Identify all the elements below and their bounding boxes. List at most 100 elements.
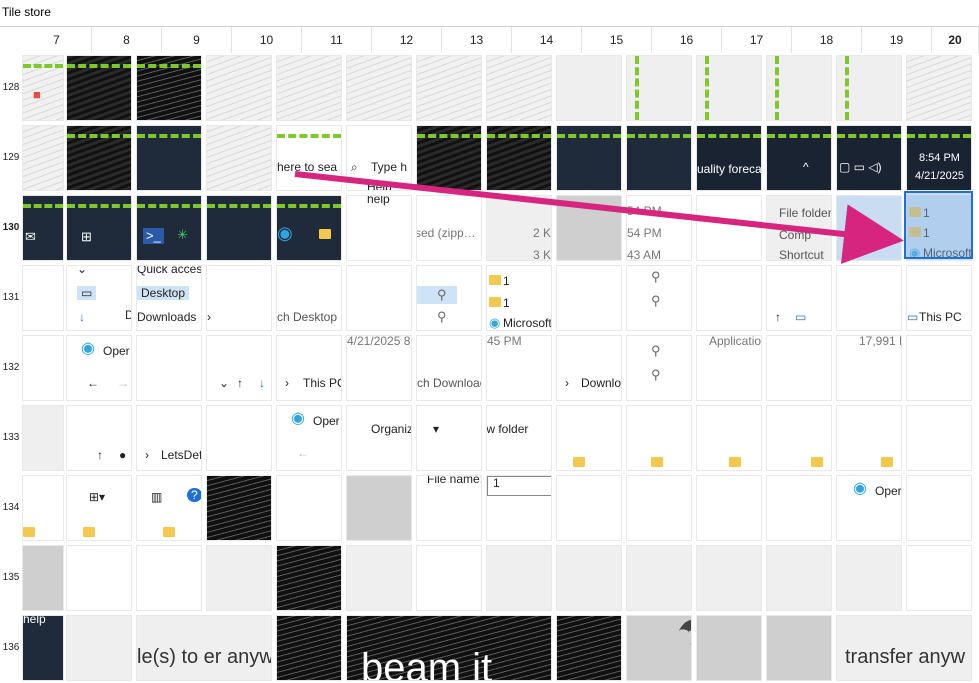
- tile[interactable]: 2 KB 3 KB: [486, 195, 552, 261]
- tray-icons[interactable]: ▢ ▭ ◁): [839, 160, 882, 174]
- tile[interactable]: ⚲ ⚲: [626, 265, 692, 331]
- tile[interactable]: [906, 475, 972, 541]
- tile[interactable]: [696, 405, 762, 471]
- tile[interactable]: ▢ ▭ ◁): [836, 125, 902, 191]
- tile[interactable]: ▭ This PC: [906, 265, 972, 331]
- tile[interactable]: [556, 55, 622, 121]
- row-header-label[interactable]: 129: [0, 123, 22, 193]
- tile[interactable]: ◉ Oper ← →: [66, 335, 132, 401]
- breadcrumb-downloads[interactable]: Downlo: [581, 376, 621, 390]
- tile[interactable]: New folder: [486, 405, 552, 471]
- taskbar-search-text[interactable]: Type h: [371, 160, 407, 174]
- tile[interactable]: [556, 615, 622, 681]
- tile[interactable]: [556, 545, 622, 611]
- col-header[interactable]: 13: [442, 27, 512, 53]
- tile[interactable]: ⚲ ⚲: [626, 335, 692, 401]
- tile[interactable]: [626, 55, 692, 121]
- col-header[interactable]: 14: [512, 27, 582, 53]
- tile[interactable]: [556, 405, 622, 471]
- tile[interactable]: [766, 55, 832, 121]
- col-header[interactable]: 15: [582, 27, 652, 53]
- col-header[interactable]: 18: [792, 27, 862, 53]
- tile[interactable]: [556, 475, 622, 541]
- tile[interactable]: [206, 405, 272, 471]
- tile[interactable]: ›: [206, 265, 272, 331]
- tile[interactable]: [906, 545, 972, 611]
- row-header-label[interactable]: 128: [0, 53, 22, 123]
- nav-quick-access[interactable]: Quick access: [137, 266, 201, 276]
- tile[interactable]: [626, 475, 692, 541]
- tile[interactable]: › This PC: [276, 335, 342, 401]
- col-header[interactable]: 8: [92, 27, 162, 53]
- tile[interactable]: [22, 335, 64, 401]
- row-header-selected[interactable]: 130: [0, 193, 22, 263]
- tile[interactable]: [766, 335, 832, 401]
- col-header[interactable]: 19: [862, 27, 932, 53]
- tile[interactable]: help: [22, 615, 64, 681]
- tile[interactable]: [836, 55, 902, 121]
- tile[interactable]: [136, 55, 202, 121]
- tile[interactable]: [66, 55, 132, 121]
- tile[interactable]: [696, 265, 762, 331]
- tile[interactable]: ⊞▾: [66, 475, 132, 541]
- tile[interactable]: ⊞: [66, 195, 132, 261]
- tile[interactable]: ◉: [276, 195, 342, 261]
- tile[interactable]: 4/21/2025 8:: [346, 335, 412, 401]
- tile[interactable]: [836, 195, 902, 261]
- tile[interactable]: ⌄ ▭ ↓ D: [66, 265, 132, 331]
- tile[interactable]: [486, 55, 552, 121]
- tile[interactable]: [416, 125, 482, 191]
- col-header[interactable]: 12: [372, 27, 442, 53]
- clock-date[interactable]: 4/21/2025: [915, 170, 964, 182]
- selection-frame[interactable]: [904, 191, 973, 259]
- tile[interactable]: [836, 265, 902, 331]
- tile[interactable]: 1: [486, 475, 552, 541]
- search-field[interactable]: ch Downloac: [417, 376, 481, 390]
- breadcrumb-this-pc[interactable]: This PC: [919, 310, 962, 324]
- tile[interactable]: ch Desktop: [276, 265, 342, 331]
- tile[interactable]: le(s) to er anyw: [136, 615, 272, 681]
- tile[interactable]: transfer anyw: [836, 615, 972, 681]
- tile[interactable]: [906, 55, 972, 121]
- tile[interactable]: [766, 615, 832, 681]
- tile[interactable]: [346, 475, 412, 541]
- tile[interactable]: [346, 265, 412, 331]
- back-arrow-icon[interactable]: ←: [87, 376, 99, 390]
- taskbar-search-text[interactable]: here to sea: [277, 160, 337, 174]
- tile[interactable]: [136, 335, 202, 401]
- col-header[interactable]: 11: [302, 27, 372, 53]
- tile[interactable]: › LetsDef: [136, 405, 202, 471]
- tile[interactable]: [836, 545, 902, 611]
- tile[interactable]: 17,991 KB: [836, 335, 902, 401]
- breadcrumb-folder[interactable]: LetsDef: [161, 448, 201, 462]
- breadcrumb-this-pc[interactable]: This PC: [303, 376, 341, 390]
- tile[interactable]: [22, 125, 64, 191]
- tile[interactable]: ▾: [416, 405, 482, 471]
- tile[interactable]: [556, 265, 622, 331]
- tile[interactable]: ↑ ●: [66, 405, 132, 471]
- tile[interactable]: [766, 475, 832, 541]
- tile[interactable]: [906, 335, 972, 401]
- tile[interactable]: 54 PM 54 PM 43 AM: [626, 195, 692, 261]
- tile[interactable]: ⌄ ↑ ↓: [206, 335, 272, 401]
- tile[interactable]: here to sea: [276, 125, 342, 191]
- tile[interactable]: ✉: [22, 195, 64, 261]
- tile[interactable]: Quick access Desktop Downloads: [136, 265, 202, 331]
- search-field[interactable]: ch Desktop: [277, 310, 337, 324]
- tile[interactable]: 8:54 PM 4/21/2025: [906, 125, 972, 191]
- tile[interactable]: [416, 545, 482, 611]
- tile[interactable]: [766, 405, 832, 471]
- tile[interactable]: [696, 195, 762, 261]
- row-header-label[interactable]: 133: [0, 403, 22, 473]
- tile[interactable]: >_ ✳: [136, 195, 202, 261]
- tile[interactable]: ▥ ?: [136, 475, 202, 541]
- tile[interactable]: ↑ ▭: [766, 265, 832, 331]
- nav-desktop[interactable]: Desktop: [137, 286, 190, 300]
- tile[interactable]: [486, 545, 552, 611]
- chevron-down-icon[interactable]: ⌄: [219, 376, 229, 390]
- up-arrow-icon[interactable]: ↑: [97, 448, 103, 462]
- tile[interactable]: beam it: [346, 615, 552, 681]
- col-header[interactable]: 16: [652, 27, 722, 53]
- up-arrow-icon[interactable]: ↑: [775, 310, 781, 324]
- tile[interactable]: [766, 545, 832, 611]
